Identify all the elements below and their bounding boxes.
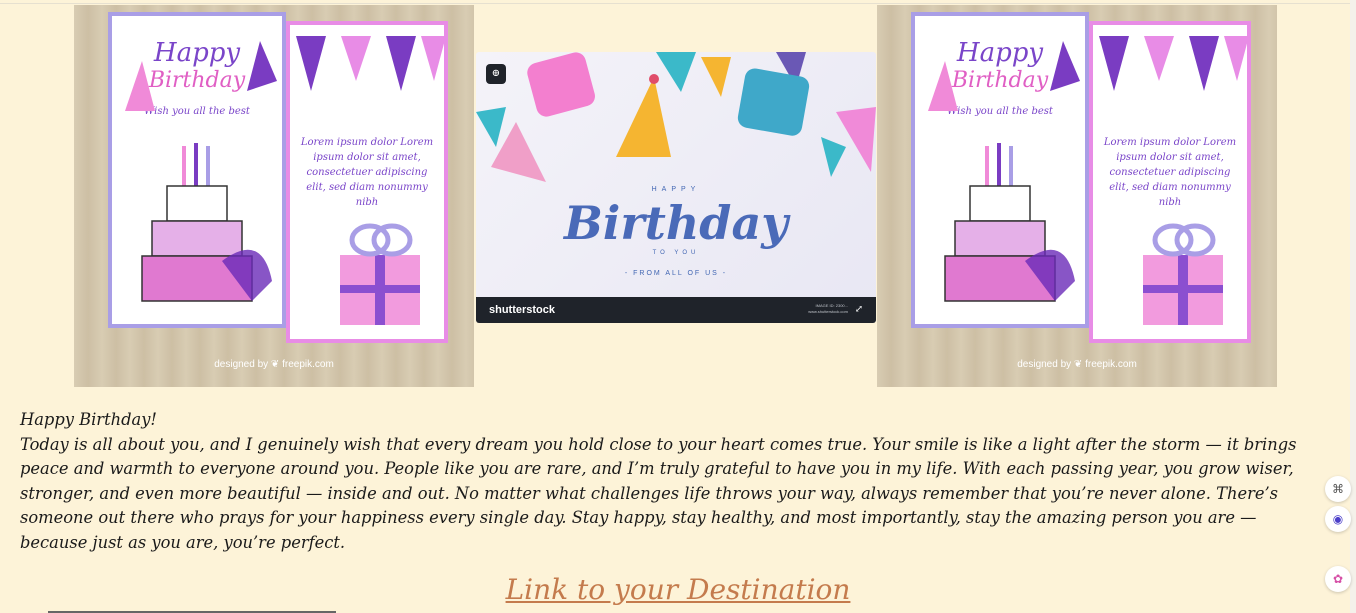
collection-badge-icon[interactable]: ⊕: [486, 64, 506, 84]
card-front-panel: Happy Birthday Wish you all the best: [911, 12, 1089, 328]
birthday-card-image-right[interactable]: Lorem ipsum dolor Lorem ipsum dolor sit …: [877, 5, 1277, 387]
shutterstock-logo: shutterstock: [489, 304, 556, 316]
expand-icon[interactable]: ⤢: [852, 303, 866, 317]
card-lorem-text: Lorem ipsum dolor Lorem ipsum dolor sit …: [1103, 137, 1237, 208]
stock-birthday-image[interactable]: ⊕ HAPPY Birthday TO YOU - FROM ALL OF US…: [476, 52, 876, 323]
image-credit: designed by ❦ freepik.com: [214, 359, 334, 370]
message-greeting: Happy Birthday!: [20, 410, 157, 429]
birthday-message: Happy Birthday! Today is all about you, …: [20, 408, 1316, 555]
party-decorations: [476, 52, 876, 182]
cake-illustration: [141, 143, 272, 302]
gift-illustration: [340, 223, 420, 325]
party-hat-illustration-2: [1050, 41, 1080, 91]
bunting-banner: [1099, 36, 1249, 91]
stock-to-you-text: TO YOU: [652, 250, 700, 256]
grid-icon[interactable]: ⌘: [1325, 476, 1351, 502]
brain-icon[interactable]: ✿: [1325, 566, 1351, 592]
stock-image-id: IMAGE ID: 2300... www.shutterstock.com: [808, 303, 848, 314]
bunting-banner: [296, 36, 446, 91]
stock-from-text: - FROM ALL OF US -: [624, 270, 728, 277]
robot-icon[interactable]: ◉: [1325, 506, 1351, 532]
stock-footer-bar: shutterstock IMAGE ID: 2300... www.shutt…: [476, 297, 876, 323]
stock-birthday-text: Birthday: [564, 196, 788, 250]
gift-illustration: [1143, 223, 1223, 325]
party-hat-illustration: [125, 61, 155, 111]
cake-illustration: [944, 143, 1075, 302]
image-gallery: Lorem ipsum dolor Lorem ipsum dolor sit …: [74, 5, 1278, 387]
party-hat-illustration: [928, 61, 958, 111]
party-hat-illustration-2: [247, 41, 277, 91]
stock-happy-text: HAPPY: [651, 186, 701, 193]
message-body: Today is all about you, and I genuinely …: [20, 434, 1297, 552]
card-lorem-text: Lorem ipsum dolor Lorem ipsum dolor sit …: [300, 137, 434, 208]
card-front-panel: Happy Birthday Wish you all the best: [108, 12, 286, 328]
scrollbar[interactable]: [1350, 0, 1356, 613]
top-divider: [0, 3, 1356, 4]
birthday-card-image-left[interactable]: Lorem ipsum dolor Lorem ipsum dolor sit …: [74, 5, 474, 387]
destination-link[interactable]: Link to your Destination: [0, 573, 1356, 606]
image-credit: designed by ❦ freepik.com: [1017, 359, 1137, 370]
